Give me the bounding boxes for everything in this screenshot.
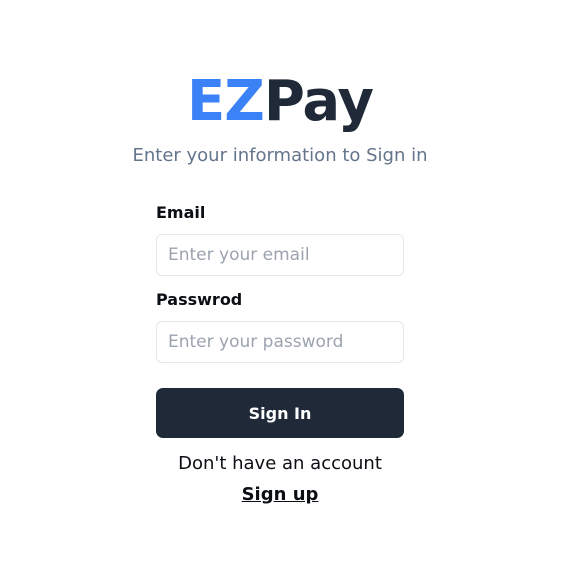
sign-up-link-row: Sign up xyxy=(0,483,560,507)
email-label: Email xyxy=(156,203,206,222)
email-field[interactable] xyxy=(156,234,404,276)
page-subtitle: Enter your information to Sign in xyxy=(132,145,428,166)
app-logo: EZPay xyxy=(0,66,560,138)
password-label: Passwrod xyxy=(156,290,243,309)
logo-part-pay: Pay xyxy=(263,69,374,134)
no-account-text: Don't have an account xyxy=(178,453,382,474)
sign-in-button[interactable]: Sign In xyxy=(156,388,404,438)
sign-up-link[interactable]: Sign up xyxy=(242,484,319,505)
password-field[interactable] xyxy=(156,321,404,363)
logo-part-ez: EZ xyxy=(187,69,265,134)
signin-page: EZPay Enter your information to Sign in … xyxy=(0,0,580,568)
